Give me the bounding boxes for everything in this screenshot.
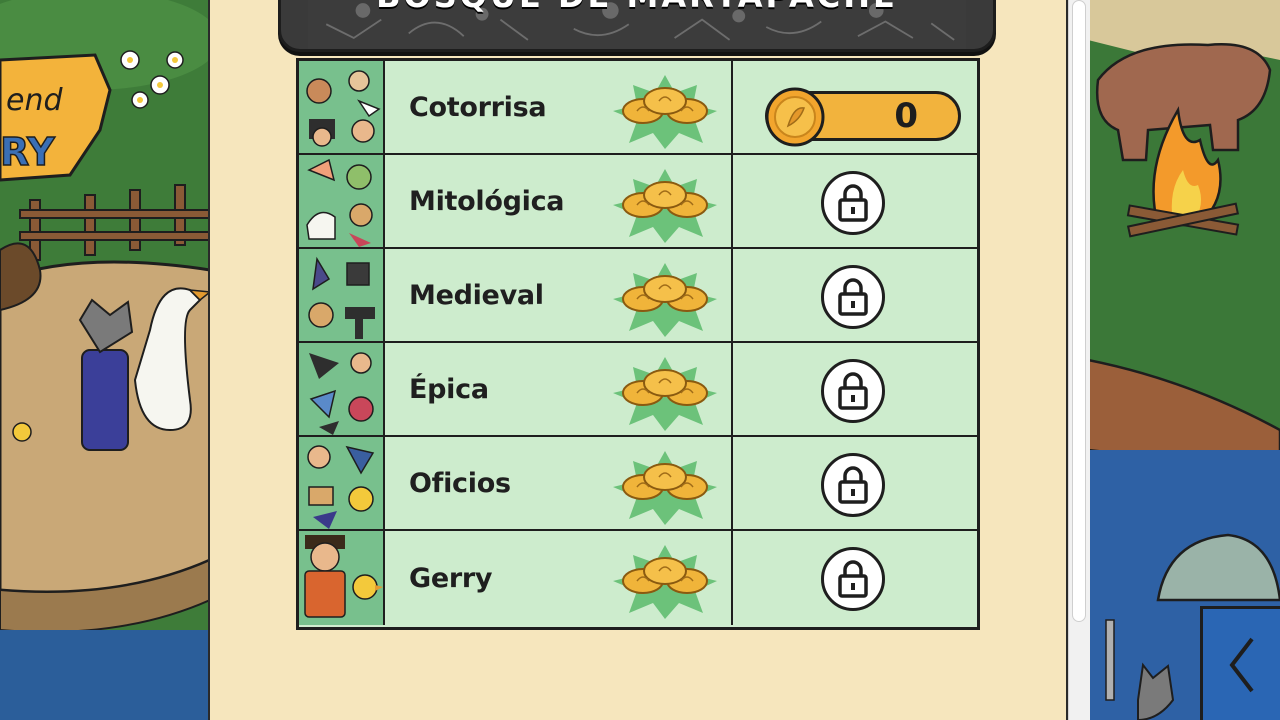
pack-row-medieval[interactable]: Medieval: [299, 249, 977, 343]
pack-row-cotorrisa[interactable]: Cotorrisa 0: [299, 61, 977, 155]
sign-line1: end: [6, 83, 63, 118]
pack-name: Oficios: [409, 467, 511, 499]
pack-name-cell: Mitológica: [387, 155, 733, 247]
pack-name-cell: Medieval: [387, 249, 733, 341]
background-left-scene: end RY: [0, 0, 210, 720]
pack-row-epica[interactable]: Épica: [299, 343, 977, 437]
scrollbar-thumb[interactable]: [1072, 0, 1086, 622]
pack-status-cell: [735, 249, 977, 341]
coin-count: 0: [894, 96, 918, 136]
pack-name: Épica: [409, 373, 489, 405]
coin-stack-icon: [607, 449, 723, 525]
pack-name: Gerry: [409, 562, 493, 594]
pack-name-cell: Cotorrisa: [387, 61, 733, 153]
sign-line2: RY: [0, 130, 55, 174]
coin-stack-icon: [607, 167, 723, 243]
pack-name: Medieval: [409, 279, 544, 311]
coin-stack-icon: [607, 73, 723, 149]
coin-stack-icon: [607, 261, 723, 337]
pack-thumbnail-gerry: [299, 531, 385, 625]
coin-counter: 0: [765, 87, 961, 147]
pack-row-gerry[interactable]: Gerry: [299, 531, 977, 625]
coin-stack-icon: [607, 543, 723, 619]
pack-thumbnail-epica: [299, 343, 385, 435]
title-text: BOSQUE DE MARTAPACHE: [281, 0, 993, 15]
left-scene-art: end RY: [0, 0, 210, 720]
collage-art: [299, 61, 383, 153]
padlock-icon: [821, 547, 885, 611]
pack-name: Cotorrisa: [409, 91, 547, 123]
pack-thumbnail-oficios: [299, 437, 385, 529]
pack-thumbnail-cotorrisa: [299, 61, 385, 153]
back-button[interactable]: [1200, 606, 1280, 720]
pack-status-cell: [735, 155, 977, 247]
collage-art: [299, 437, 383, 529]
pack-status-cell: 0: [735, 61, 977, 153]
pack-thumbnail-medieval: [299, 249, 385, 341]
pack-thumbnail-mitologica: [299, 155, 385, 247]
collage-art: [299, 249, 383, 341]
pack-name: Mitológica: [409, 185, 565, 217]
pack-table: Cotorrisa 0 Mitológica Medieval Épica Of…: [296, 58, 980, 630]
padlock-icon: [821, 171, 885, 235]
pack-name-cell: Épica: [387, 343, 733, 435]
collage-art: [299, 531, 383, 625]
pack-name-cell: Oficios: [387, 437, 733, 529]
coin-icon: [765, 87, 825, 147]
pack-status-cell: [735, 437, 977, 529]
padlock-icon: [821, 359, 885, 423]
collage-art: [299, 155, 383, 247]
chevron-left-icon: [1228, 637, 1254, 692]
padlock-icon: [821, 265, 885, 329]
pack-row-mitologica[interactable]: Mitológica: [299, 155, 977, 249]
padlock-icon: [821, 453, 885, 517]
collage-art: [299, 343, 383, 435]
pack-name-cell: Gerry: [387, 531, 733, 625]
coin-stack-icon: [607, 355, 723, 431]
title-banner: BOSQUE DE MARTAPACHE: [278, 0, 996, 52]
pack-status-cell: [735, 531, 977, 625]
pack-status-cell: [735, 343, 977, 435]
pack-row-oficios[interactable]: Oficios: [299, 437, 977, 531]
